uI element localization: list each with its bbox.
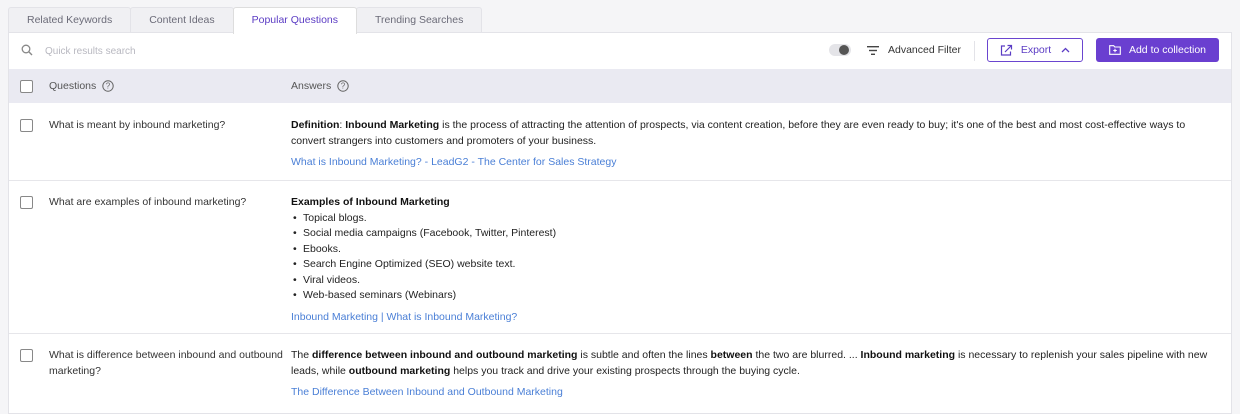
toggle-switch[interactable] [829, 44, 851, 56]
row-checkbox[interactable] [20, 119, 33, 132]
answer-list: Topical blogs. Social media campaigns (F… [291, 211, 1211, 304]
answer-text: Examples of Inbound Marketing Topical bl… [291, 195, 1211, 325]
add-to-collection-label: Add to collection [1128, 44, 1207, 56]
toolbar: Advanced Filter Export Add to collection [9, 33, 1231, 68]
tab-popular-questions[interactable]: Popular Questions [232, 7, 357, 34]
export-icon [1000, 44, 1012, 56]
svg-text:?: ? [341, 82, 346, 91]
tab-related-keywords[interactable]: Related Keywords [8, 7, 132, 33]
answer-bold-text: Inbound marketing [860, 349, 956, 361]
tab-content-ideas[interactable]: Content Ideas [130, 7, 234, 33]
filter-icon [867, 45, 879, 55]
answer-text-segment: the two are blurred. ... [752, 349, 861, 361]
export-label: Export [1020, 44, 1052, 56]
list-item: Social media campaigns (Facebook, Twitte… [291, 226, 1211, 242]
answer-heading: Examples of Inbound Marketing [291, 196, 450, 208]
question-text: What are examples of inbound marketing? [49, 196, 247, 208]
results-panel: Advanced Filter Export Add to collection… [8, 32, 1232, 414]
answer-bold-text: between [710, 349, 753, 361]
search-icon [21, 44, 33, 56]
help-icon[interactable]: ? [337, 80, 349, 92]
svg-text:?: ? [106, 82, 111, 91]
question-text: What is difference between inbound and o… [49, 349, 283, 377]
advanced-filter-label: Advanced Filter [888, 44, 961, 56]
search-input[interactable] [43, 42, 347, 60]
export-button[interactable]: Export [987, 38, 1083, 62]
list-item: Search Engine Optimized (SEO) website te… [291, 257, 1211, 273]
folder-add-icon [1109, 45, 1121, 55]
answer-bold-text: difference between inbound and outbound … [312, 349, 578, 361]
questions-header: Questions ? [49, 80, 114, 92]
question-text: What is meant by inbound marketing? [49, 119, 226, 131]
table-row: What are examples of inbound marketing? … [9, 181, 1231, 334]
table-header: Questions ? Answers ? [9, 69, 1231, 103]
answers-header-label: Answers [291, 80, 332, 92]
row-checkbox[interactable] [20, 349, 33, 362]
answer-text-segment: helps you track and drive your existing … [450, 364, 800, 377]
questions-header-label: Questions [49, 80, 97, 92]
answer-paragraph: The difference between inbound and outbo… [291, 348, 1211, 379]
help-icon[interactable]: ? [102, 80, 114, 92]
tab-bar: Related Keywords Content Ideas Popular Q… [8, 7, 483, 34]
source-link[interactable]: What is Inbound Marketing? - LeadG2 - Th… [291, 155, 616, 171]
list-item: Topical blogs. [291, 211, 1211, 227]
answer-text-segment: is subtle and often the lines [577, 349, 711, 361]
answer-bold-text: Inbound Marketing [345, 119, 440, 131]
answer-text: Definition: Inbound Marketing is the pro… [291, 118, 1211, 171]
answer-paragraph: Definition: Inbound Marketing is the pro… [291, 118, 1211, 149]
table-row: What is difference between inbound and o… [9, 334, 1231, 414]
row-checkbox[interactable] [20, 196, 33, 209]
answer-bold-text: Definition [291, 119, 340, 131]
answers-header: Answers ? [291, 80, 349, 92]
source-link[interactable]: The Difference Between Inbound and Outbo… [291, 385, 563, 401]
answer-bold-text: outbound marketing [348, 364, 451, 377]
answer-text: The difference between inbound and outbo… [291, 348, 1211, 401]
table-row: What is meant by inbound marketing? Defi… [9, 104, 1231, 181]
answer-text-segment: The [291, 349, 313, 361]
list-item: Viral videos. [291, 273, 1211, 289]
list-item: Ebooks. [291, 242, 1211, 258]
source-link[interactable]: Inbound Marketing | What is Inbound Mark… [291, 310, 517, 326]
tab-trending-searches[interactable]: Trending Searches [356, 7, 483, 33]
select-all-checkbox[interactable] [20, 80, 33, 93]
divider [974, 41, 975, 61]
list-item: Web-based seminars (Webinars) [291, 288, 1211, 304]
advanced-filter-button[interactable]: Advanced Filter [867, 41, 961, 59]
add-to-collection-button[interactable]: Add to collection [1096, 38, 1219, 62]
chevron-up-icon [1061, 47, 1070, 53]
